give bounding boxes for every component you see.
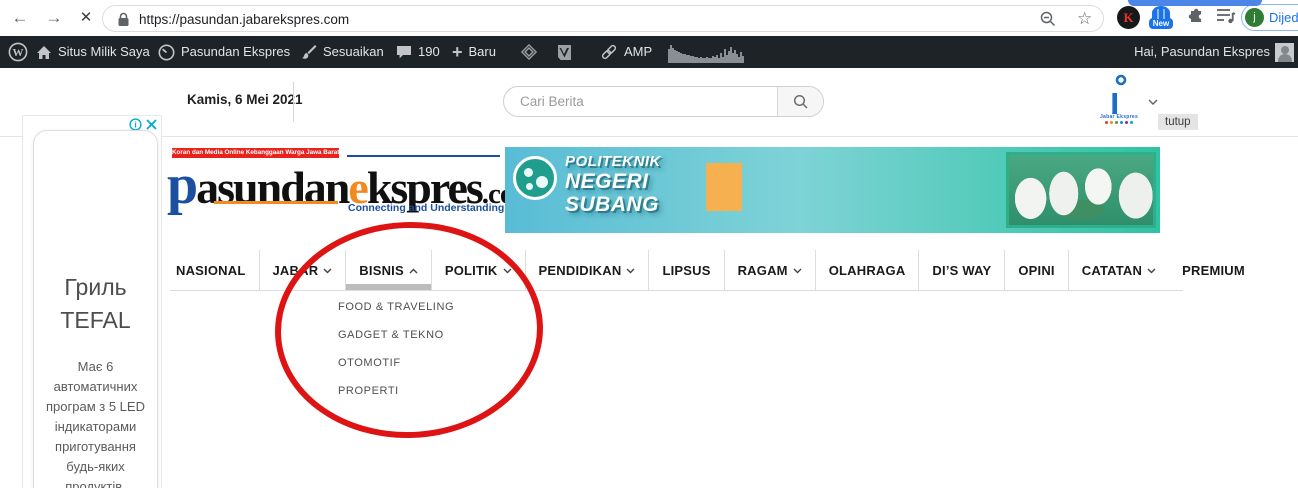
house-icon: [36, 45, 52, 60]
brush-icon: [301, 44, 317, 60]
yoast-icon: [556, 44, 573, 61]
dropdown-item-properti[interactable]: PROPERTI: [338, 377, 454, 405]
new-badge: New: [1149, 18, 1173, 29]
dropdown-item-gadget-tekno[interactable]: GADGET & TEKNO: [338, 321, 454, 349]
link-icon: [600, 43, 618, 61]
nav-item-bisnis[interactable]: BISNIS: [345, 250, 432, 291]
amp-label: AMP: [624, 44, 653, 59]
svg-text:i: i: [134, 120, 136, 130]
banner-title: POLITEKNIK NEGERI SUBANG: [565, 153, 661, 216]
my-sites-item[interactable]: Situs Milik Saya: [36, 36, 150, 68]
wp-logo-item[interactable]: W: [8, 36, 28, 68]
ad-card[interactable]: Гриль TEFAL Має 6 автоматичних програм з…: [33, 130, 158, 488]
stats-item[interactable]: [668, 36, 744, 68]
plus-icon: +: [452, 42, 463, 62]
banner-photo: [1006, 152, 1156, 228]
nav-item-opini[interactable]: OPINI: [1004, 250, 1067, 291]
site-name-label: Pasundan Ekspres: [181, 44, 291, 59]
bisnis-dropdown: FOOD & TRAVELING GADGET & TEKNO OTOMOTIF…: [338, 293, 454, 405]
search-box: [503, 86, 824, 117]
stop-icon[interactable]: ✕: [74, 6, 98, 30]
avatar: j: [1245, 7, 1264, 27]
wordpress-logo-icon: W: [8, 42, 28, 62]
date-divider: [293, 82, 294, 122]
jabar-ekspres-logo[interactable]: ȷ Jabar Ekspres: [1096, 74, 1142, 132]
chevron-down-icon: [793, 268, 802, 273]
profile-name: Dijed: [1269, 10, 1298, 25]
search-button[interactable]: [777, 87, 823, 116]
tab-strip-remnant: [1128, 0, 1262, 6]
nav-item-politik[interactable]: POLITIK: [430, 250, 525, 291]
nav-item-ragam[interactable]: RAGAM: [723, 250, 815, 291]
ad-title: Гриль TEFAL: [60, 274, 131, 333]
stats-sparkline-icon: [668, 41, 744, 63]
jabar-ekspres-glyph-icon: ȷ: [1096, 74, 1142, 119]
url-text[interactable]: https://pasundan.jabarekspres.com: [139, 12, 349, 27]
jabar-ekspres-caption: Jabar Ekspres: [1099, 114, 1139, 120]
active-nav-underline: [346, 284, 432, 290]
dashboard-gauge-icon: [158, 44, 175, 61]
svg-text:W: W: [13, 47, 24, 59]
extension-new-icon[interactable]: New: [1148, 5, 1174, 29]
nav-item-premium[interactable]: PREMIUM: [1169, 250, 1258, 291]
amp-item[interactable]: AMP: [600, 36, 652, 68]
site-header: Kamis, 6 Mei 2021 ȷ Jabar Ekspres tutup: [0, 68, 1298, 137]
chevron-down-icon: [626, 268, 635, 273]
jabar-ekspres-dots: [1096, 121, 1142, 124]
comments-item[interactable]: 190: [396, 36, 440, 68]
nav-item-catatan[interactable]: CATATAN: [1067, 250, 1169, 291]
chevron-down-icon: [1147, 268, 1156, 273]
ad-body: Має 6 автоматичних програм з 5 LED індик…: [46, 359, 145, 488]
forward-icon[interactable]: →: [42, 6, 66, 30]
nav-item-dis-way[interactable]: DI’S WAY: [918, 250, 1004, 291]
banner-ad[interactable]: POLITEKNIK NEGERI SUBANG: [505, 147, 1160, 233]
comments-count: 190: [418, 44, 440, 59]
new-label: Baru: [468, 44, 496, 59]
browser-toolbar: ← → ✕ https://pasundan.jabarekspres.com …: [0, 0, 1298, 36]
admin-avatar: [1275, 43, 1294, 62]
nav-item-lipsus[interactable]: LIPSUS: [648, 250, 723, 291]
lock-icon: [117, 12, 130, 32]
comment-icon: [396, 45, 412, 60]
extension-k-icon[interactable]: K: [1117, 6, 1140, 29]
screenshot-frame: ← → ✕ https://pasundan.jabarekspres.com …: [0, 0, 1298, 488]
date-label: Kamis, 6 Mei 2021: [187, 92, 303, 107]
profile-chip[interactable]: j Dijed: [1241, 4, 1298, 31]
site-name-item[interactable]: Pasundan Ekspres: [158, 36, 290, 68]
extensions-puzzle-icon[interactable]: [1186, 7, 1205, 31]
wp-admin-bar: W Situs Milik Saya Pasundan Ekspres Sesu…: [0, 36, 1298, 68]
reading-list-icon[interactable]: [1216, 7, 1236, 30]
address-bar[interactable]: https://pasundan.jabarekspres.com ☆: [102, 5, 1104, 32]
my-sites-label: Situs Milik Saya: [58, 44, 150, 59]
close-ad-button[interactable]: tutup: [1158, 114, 1198, 130]
zoom-out-icon[interactable]: [1039, 10, 1057, 33]
chevron-down-icon[interactable]: [1148, 92, 1158, 110]
nav-item-olahraga[interactable]: OLAHRAGA: [814, 250, 919, 291]
side-ad[interactable]: i Гриль TEFAL Має 6 автоматичних програм…: [22, 115, 162, 488]
admin-greeting[interactable]: Hai, Pasundan Ekspres: [1134, 36, 1270, 68]
chevron-down-icon: [503, 268, 512, 273]
svg-text:ȷ: ȷ: [1109, 81, 1119, 114]
customize-item[interactable]: Sesuaikan: [301, 36, 384, 68]
chevron-up-icon: [409, 268, 418, 273]
chevron-down-icon: [323, 268, 332, 273]
nav-item-nasional[interactable]: NASIONAL: [170, 250, 259, 291]
diamond-icon: [520, 43, 538, 61]
search-input[interactable]: [520, 88, 770, 115]
nav-item-jabar[interactable]: JABAR: [258, 250, 346, 291]
nav-item-pendidikan[interactable]: PENDIDIKAN: [524, 250, 649, 291]
banner-logo-icon: [513, 156, 557, 200]
main-nav: NASIONAL JABAR BISNIS POLITIK PENDIDIKAN…: [170, 250, 1258, 291]
customize-label: Sesuaikan: [323, 44, 384, 59]
diamond-item[interactable]: [520, 36, 538, 68]
back-icon[interactable]: ←: [8, 6, 32, 30]
new-item[interactable]: + Baru: [452, 36, 496, 68]
dropdown-item-food-traveling[interactable]: FOOD & TRAVELING: [338, 293, 454, 321]
logo-orange-underline: [214, 201, 338, 204]
banner-orange-block: [706, 163, 742, 211]
bookmark-star-icon[interactable]: ☆: [1077, 9, 1092, 29]
yoast-item[interactable]: [556, 36, 573, 68]
search-icon: [793, 94, 808, 109]
dropdown-item-otomotif[interactable]: OTOMOTIF: [338, 349, 454, 377]
